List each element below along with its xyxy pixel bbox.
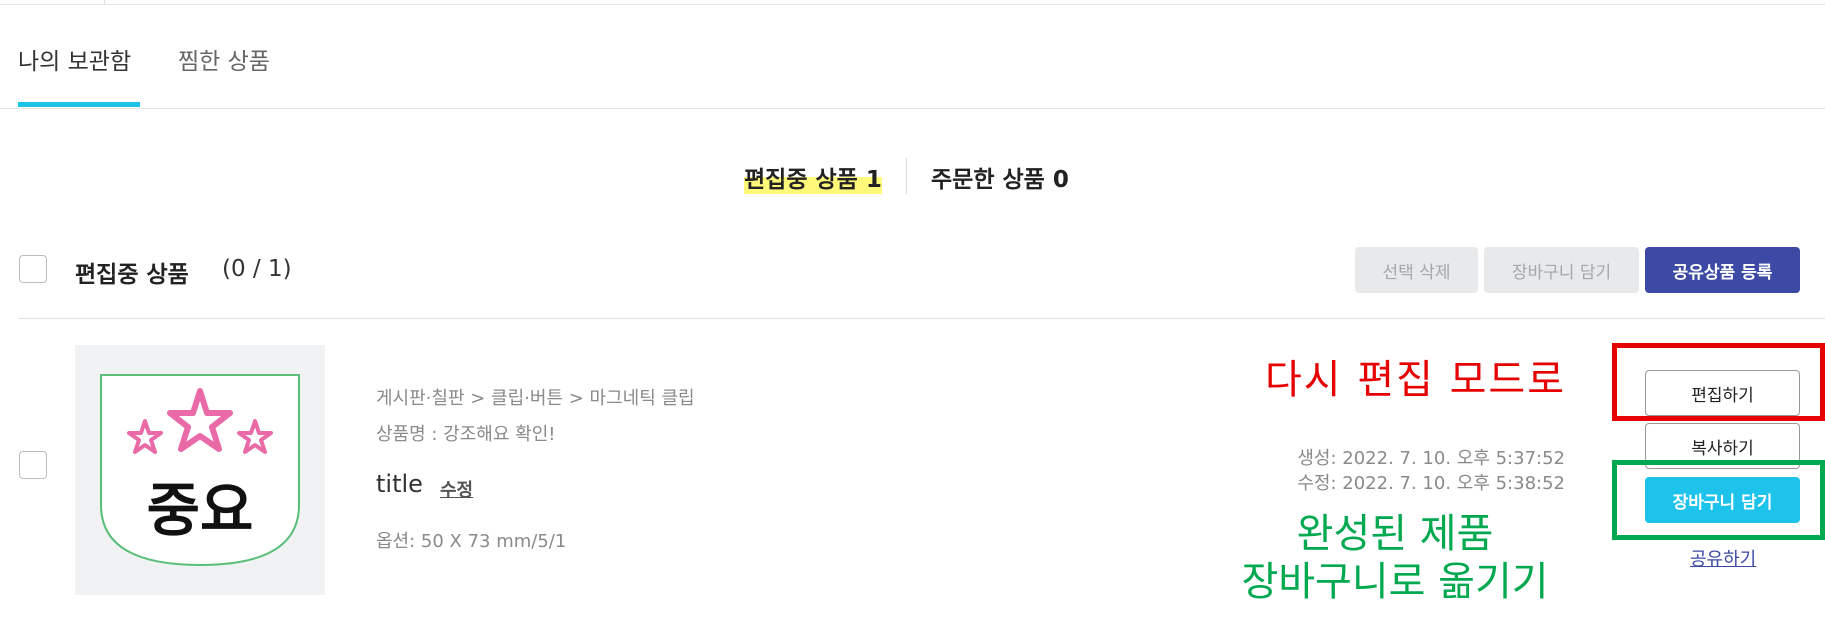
- annotation-red-box: [1612, 343, 1825, 421]
- tab-bar: 나의 보관함 찜한 상품: [0, 0, 1825, 110]
- thumbnail-label: 중요: [147, 476, 254, 544]
- ordered-count-tab[interactable]: 주문한 상품 0: [931, 160, 1069, 194]
- active-tab-indicator: [18, 102, 140, 107]
- tab-my-storage[interactable]: 나의 보관함: [18, 42, 131, 76]
- counts-separator: [906, 158, 907, 194]
- share-link[interactable]: 공유하기: [1690, 545, 1756, 571]
- created-date: 생성: 2022. 7. 10. 오후 5:37:52: [1297, 448, 1565, 469]
- product-name: 상품명 : 강조해요 확인!: [376, 424, 556, 445]
- tab-wishlist[interactable]: 찜한 상품: [178, 42, 270, 76]
- annotation-red-text: 다시 편집 모드로: [1265, 357, 1567, 403]
- tabs-divider: [0, 108, 1825, 109]
- add-selected-to-cart-button[interactable]: 장바구니 담기: [1484, 247, 1639, 293]
- product-thumbnail[interactable]: 중요: [75, 345, 325, 595]
- product-dates: 생성: 2022. 7. 10. 오후 5:37:52 수정: 2022. 7.…: [1297, 446, 1565, 496]
- delete-selected-button[interactable]: 선택 삭제: [1355, 247, 1478, 293]
- product-thumbnail-image: 중요: [100, 374, 300, 567]
- register-shared-product-button[interactable]: 공유상품 등록: [1645, 247, 1800, 293]
- title-edit-link[interactable]: 수정: [440, 476, 473, 502]
- section-selected-count: (0 / 1): [222, 256, 292, 282]
- annotation-green-line1: 완성된 제품: [1296, 511, 1494, 557]
- modified-date: 수정: 2022. 7. 10. 오후 5:38:52: [1297, 473, 1565, 494]
- annotation-green-text: 완성된 제품 장바구니로 옮기기: [1235, 510, 1555, 606]
- product-option: 옵션: 50 X 73 mm/5/1: [376, 531, 567, 552]
- section-title: 편집중 상품: [75, 262, 189, 288]
- item-checkbox[interactable]: [19, 451, 47, 479]
- product-title: title: [376, 470, 423, 498]
- product-breadcrumb: 게시판·칠판 > 클립·버튼 > 마그네틱 클립: [376, 388, 695, 409]
- editing-count-tab[interactable]: 편집중 상품 1: [744, 160, 882, 194]
- annotation-green-box: [1612, 460, 1825, 540]
- annotation-green-line2: 장바구니로 옮기기: [1241, 559, 1549, 605]
- section-divider: [18, 318, 1825, 319]
- select-all-checkbox[interactable]: [19, 255, 47, 283]
